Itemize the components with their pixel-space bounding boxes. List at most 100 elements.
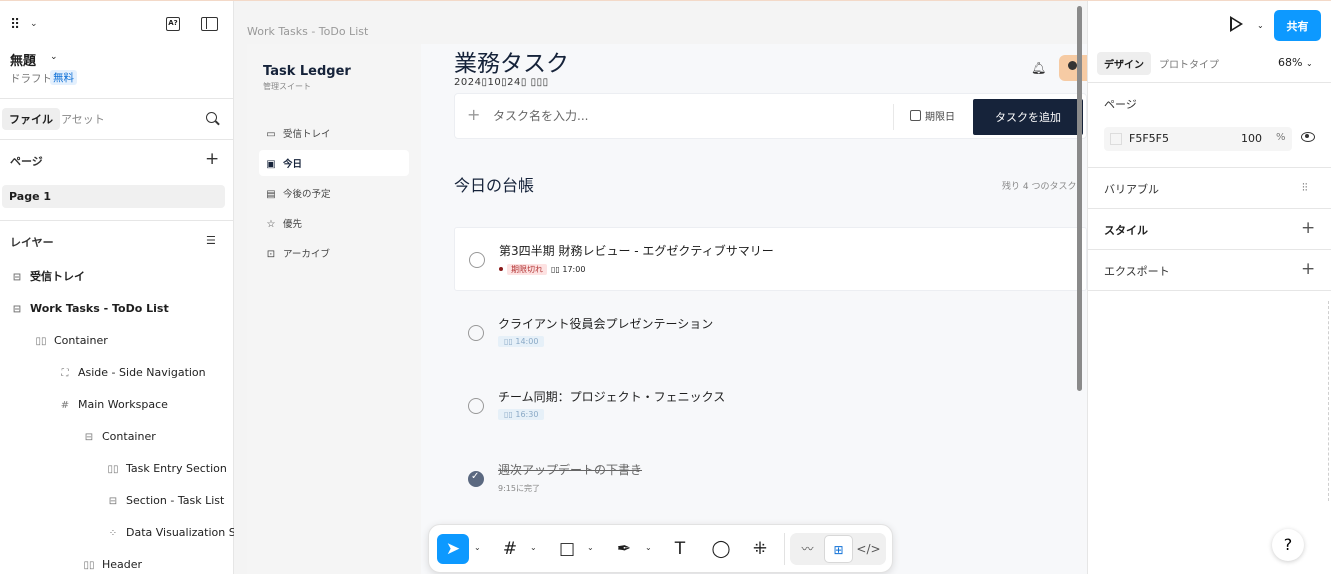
auto-layout-vertical-icon: ⊟: [108, 496, 118, 507]
task-row[interactable]: クライアント役員会プレゼンテーション ▯▯ 14:00: [454, 301, 1087, 365]
auto-layout-horizontal-icon: ▯▯: [83, 560, 95, 571]
file-name[interactable]: 無題: [10, 50, 36, 69]
chevron-down-icon[interactable]: ⌄: [645, 543, 652, 552]
layer-item[interactable]: ⊟ Section - Task List: [106, 493, 225, 509]
text-layer-icon: ⊟: [12, 272, 22, 283]
page-color-hex[interactable]: F5F5F5: [1129, 132, 1169, 145]
layer-item[interactable]: # Main Workspace: [58, 397, 168, 413]
task-name-input[interactable]: [493, 106, 873, 126]
collapse-layers-icon[interactable]: ☰: [206, 234, 216, 247]
nav-label: アーカイブ: [283, 249, 330, 260]
frame-tool-icon[interactable]: #: [499, 534, 521, 564]
task-time: ▯▯ 16:30: [498, 409, 545, 420]
due-date-button[interactable]: 期限日: [910, 108, 955, 123]
variables-label[interactable]: バリアブル: [1104, 181, 1159, 197]
zoom-value: 68%: [1278, 56, 1303, 69]
add-style-plus-icon[interactable]: +: [1301, 220, 1315, 237]
nav-item-archive[interactable]: ⊡ アーカイブ: [259, 240, 409, 266]
mode-switcher: 〰 ⊞ </>: [790, 533, 886, 565]
task-checkbox-checked[interactable]: [468, 471, 484, 487]
plan-badge[interactable]: 無料: [50, 70, 77, 85]
section-title: 今日の台帳: [454, 176, 535, 195]
layers-panel: ⠿ ⌄ A? 無題 ⌄ ドラフト 無料 ファイル アセット ページ + Page…: [0, 1, 234, 574]
eye-icon[interactable]: [1301, 132, 1315, 142]
draw-mode-icon[interactable]: 〰: [793, 535, 822, 563]
layer-name: Main Workspace: [78, 398, 168, 411]
nav-item-inbox[interactable]: ▭ 受信トレイ: [259, 120, 409, 146]
calendar-range-icon: ▤: [266, 189, 276, 200]
layer-item[interactable]: ▯▯ Container: [34, 333, 107, 349]
task-row[interactable]: 週次アップデートの下書き 9:15に完了: [454, 447, 1087, 511]
chevron-down-icon[interactable]: ⌄: [474, 543, 481, 552]
tab-assets[interactable]: アセット: [61, 111, 105, 127]
layer-name: Work Tasks - ToDo List: [30, 302, 169, 315]
task-checkbox[interactable]: [468, 325, 484, 341]
page-item[interactable]: Page 1: [2, 185, 225, 208]
layer-item[interactable]: ⊟ 受信トレイ: [10, 269, 85, 285]
dev-mode-icon[interactable]: </>: [854, 535, 883, 563]
toggle-sidebar-icon[interactable]: [201, 17, 218, 31]
chevron-down-icon[interactable]: ⌄: [1257, 21, 1264, 30]
figma-logo-icon[interactable]: ⠿: [10, 17, 20, 33]
share-button[interactable]: 共有: [1274, 10, 1321, 41]
figma-editor: ⠿ ⌄ A? 無題 ⌄ ドラフト 無料 ファイル アセット ページ + Page…: [0, 0, 1331, 574]
add-page-plus-icon[interactable]: +: [205, 151, 219, 168]
chevron-down-icon[interactable]: ⌄: [587, 543, 594, 552]
bell-icon[interactable]: 🔔︎: [1031, 61, 1046, 75]
frame-label[interactable]: Work Tasks - ToDo List: [247, 25, 368, 38]
canvas[interactable]: Work Tasks - ToDo List Task Ledger 管理スイー…: [234, 1, 1087, 574]
layer-item[interactable]: ▯▯ Header: [82, 557, 142, 573]
inbox-icon: ▭: [266, 129, 276, 140]
actions-tool-icon[interactable]: ⁜: [749, 534, 771, 564]
tab-prototype[interactable]: プロトタイプ: [1159, 56, 1219, 71]
layer-item[interactable]: ⛶ Aside - Side Navigation: [58, 365, 206, 381]
left-panel-header: ⠿ ⌄ A?: [10, 17, 224, 35]
side-navigation: Task Ledger 管理スイート ▭ 受信トレイ ▣ 今日 ▤ 今後の予定 ☆ 優先…: [247, 44, 421, 574]
search-icon[interactable]: [206, 112, 217, 123]
tab-design[interactable]: デザイン: [1097, 52, 1151, 75]
color-swatch[interactable]: [1110, 133, 1122, 145]
layer-name: Section - Task List: [126, 494, 225, 507]
text-tool-icon[interactable]: T: [669, 534, 691, 564]
layer-item[interactable]: ▯▯ Task Entry Section: [106, 461, 227, 477]
canvas-scrollbar[interactable]: [1077, 6, 1082, 391]
task-checkbox[interactable]: [469, 252, 485, 268]
chevron-down-icon[interactable]: ⌄: [30, 19, 38, 29]
page-opacity[interactable]: 100: [1241, 132, 1262, 145]
avatar[interactable]: [1059, 55, 1087, 81]
rectangle-tool-icon[interactable]: □: [556, 534, 578, 564]
opacity-unit: %: [1276, 132, 1286, 143]
comment-tool-icon[interactable]: ◯: [710, 534, 732, 564]
calendar-icon: ▣: [266, 159, 276, 170]
nav-item-today[interactable]: ▣ 今日: [259, 150, 409, 176]
zoom-level[interactable]: 68% ⌄: [1278, 56, 1313, 69]
page-date: 2024▯10▯24▯ ▯▯▯: [454, 77, 549, 88]
tab-file[interactable]: ファイル: [2, 108, 60, 130]
task-row[interactable]: 第3四半期 財務レビュー - エグゼクティブサマリー 期限切れ ▯▯ 17:00: [454, 227, 1087, 291]
task-row[interactable]: チーム同期：プロジェクト・フェニックス ▯▯ 16:30: [454, 374, 1087, 438]
task-name: チーム同期：プロジェクト・フェニックス: [498, 390, 726, 404]
page-color-field[interactable]: F5F5F5 100 %: [1104, 127, 1292, 151]
design-mode-icon[interactable]: ⊞: [824, 535, 853, 563]
nav-item-priority[interactable]: ☆ 優先: [259, 210, 409, 236]
add-task-button[interactable]: タスクを追加: [973, 99, 1083, 135]
layer-name: Task Entry Section: [126, 462, 227, 475]
variables-adjust-icon[interactable]: ⫶⫶: [1302, 181, 1308, 195]
present-play-icon[interactable]: [1230, 16, 1243, 32]
add-export-plus-icon[interactable]: +: [1301, 261, 1315, 278]
star-icon: ☆: [266, 219, 276, 230]
layer-item[interactable]: ⊟ Container: [82, 429, 156, 445]
nav-item-upcoming[interactable]: ▤ 今後の予定: [259, 180, 409, 206]
layer-item[interactable]: ⁘ Data Visualization S: [106, 525, 234, 541]
ai-text-icon[interactable]: A?: [166, 17, 180, 31]
file-menu-chevron-icon[interactable]: ⌄: [50, 52, 58, 62]
layer-item[interactable]: ⊟ Work Tasks - ToDo List: [10, 301, 169, 317]
task-time: ▯▯ 14:00: [498, 336, 545, 347]
help-button[interactable]: ?: [1272, 529, 1304, 561]
move-tool-icon[interactable]: ➤: [437, 534, 469, 564]
chevron-down-icon[interactable]: ⌄: [530, 543, 537, 552]
task-checkbox[interactable]: [468, 398, 484, 414]
nav-label: 優先: [283, 219, 303, 230]
todo-frame[interactable]: Task Ledger 管理スイート ▭ 受信トレイ ▣ 今日 ▤ 今後の予定 ☆ 優先…: [247, 44, 1087, 574]
pen-tool-icon[interactable]: ✒: [613, 534, 635, 564]
